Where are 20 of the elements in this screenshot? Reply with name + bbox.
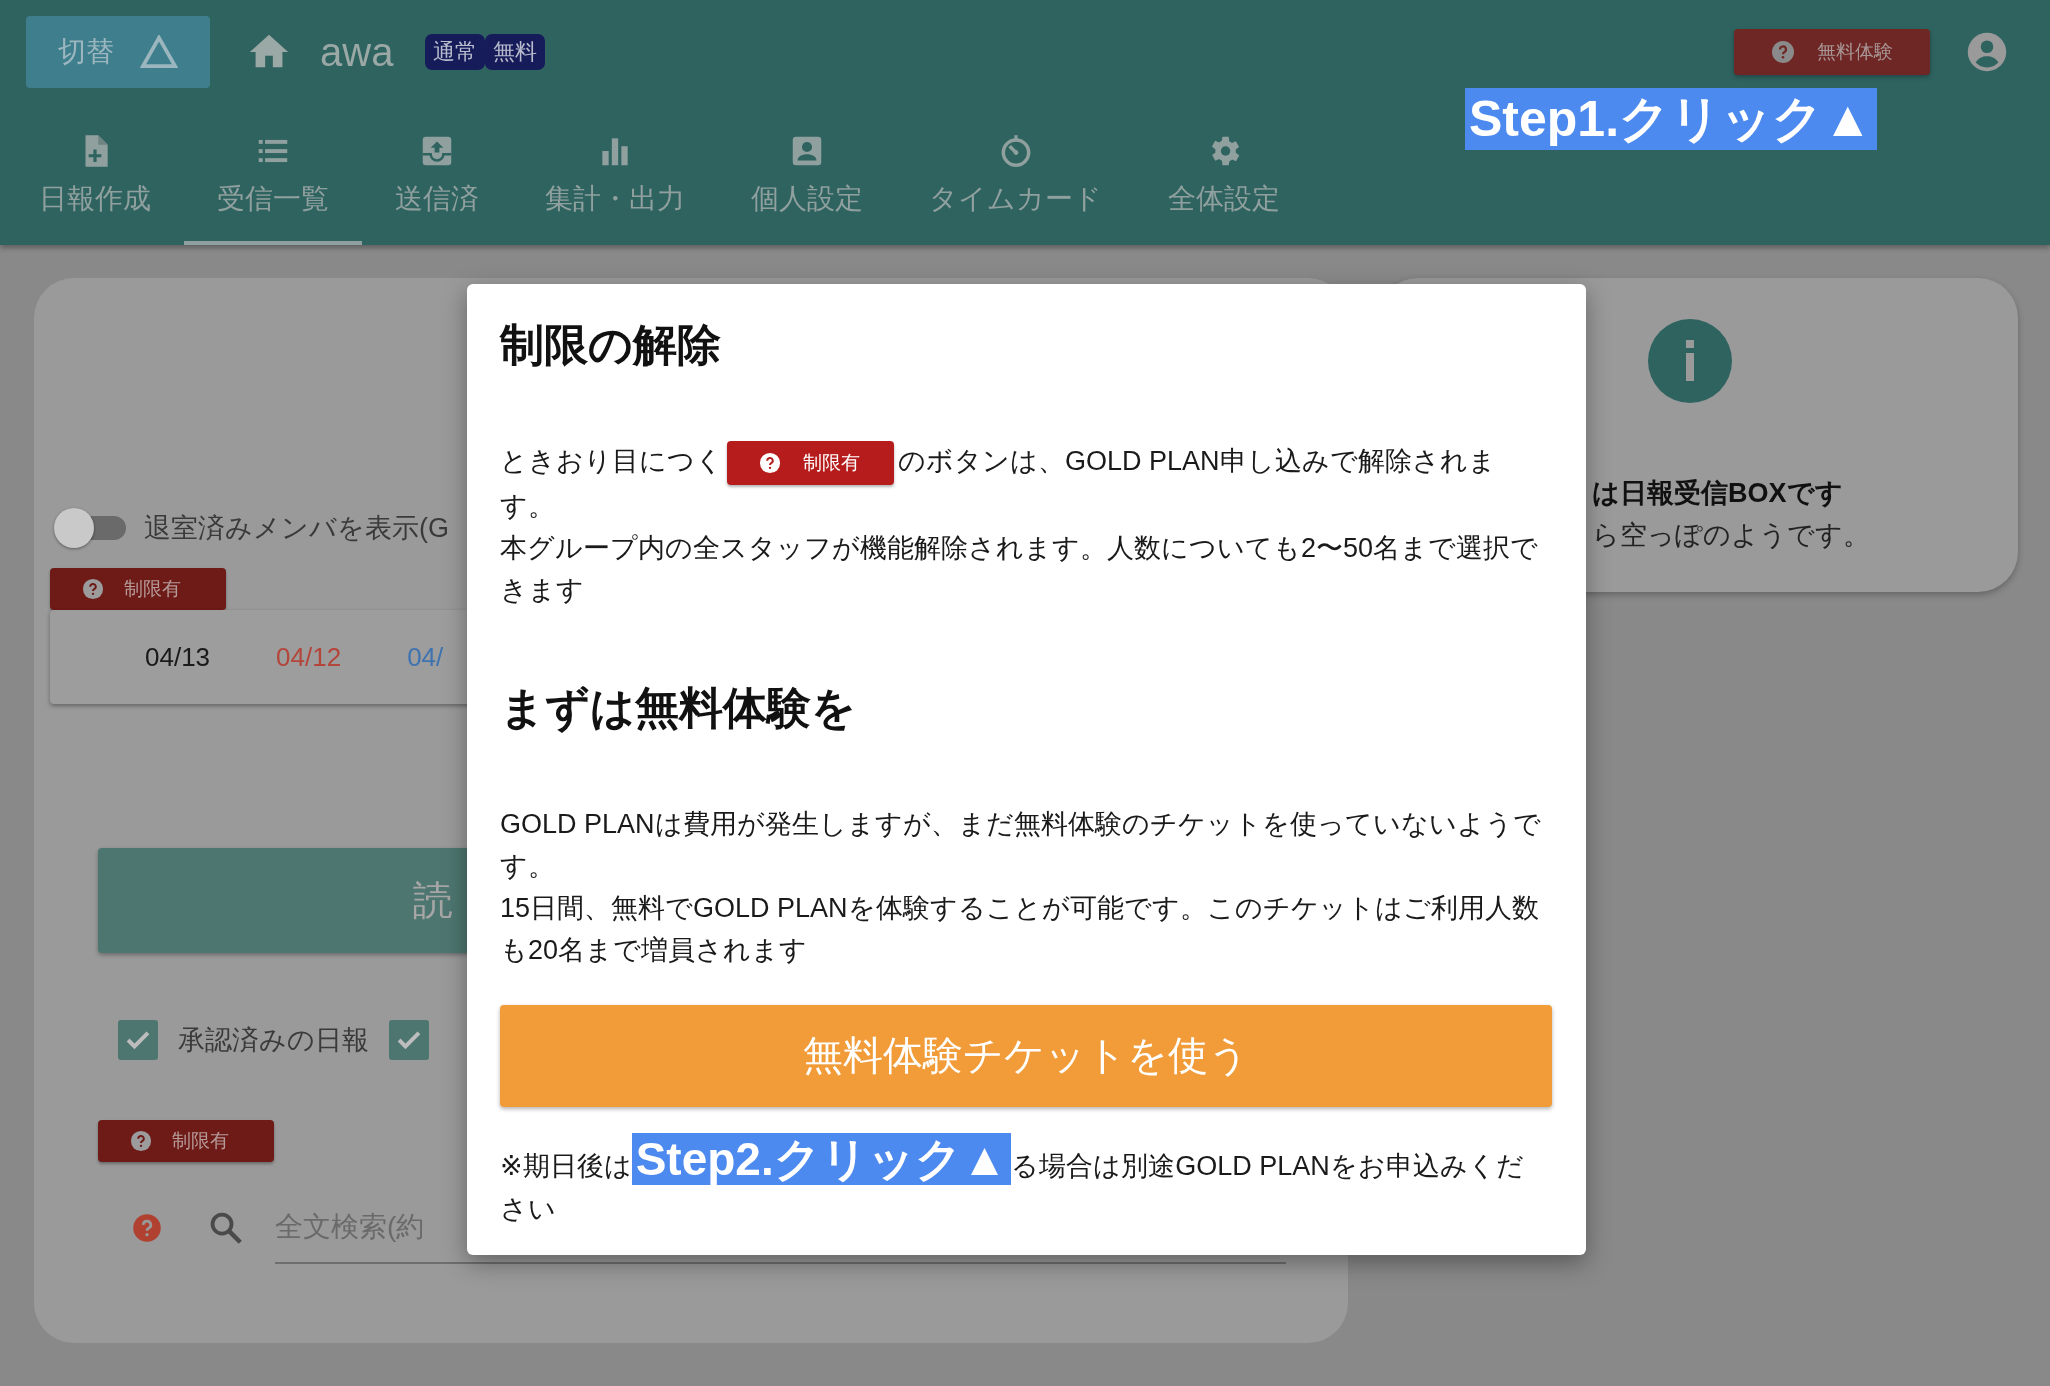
dialog-text: GOLD PLANは費用が発生しますが、まだ無料体験のチケットを使っていないようです。 (500, 807, 1542, 883)
footnote-text: ※期日後は (500, 1150, 632, 1181)
dialog-text: 本グループ内の全スタッフが機能解除されます。人数についても2〜50名まで選択できます (500, 531, 1540, 607)
info-message: ら空っぽのようです。 (1592, 519, 1870, 552)
footnote-text: さい (500, 1193, 556, 1224)
footnote-text: る場合は別途GOLD PLANをお申込みくだ (1011, 1150, 1524, 1181)
dialog-title: 制限の解除 (500, 319, 722, 371)
checkbox-label: 承認済みの日報 (178, 1024, 369, 1057)
dialog-text: 15日間、無料でGOLD PLANを体験することが可能です。このチケットはご利用人数も20名まで増員されます (500, 891, 1540, 967)
dialog-subtitle: まずは無料体験を (500, 681, 857, 735)
dialog-text: のボタンは、GOLD PLAN申し込みで解除されま (898, 446, 1496, 476)
toggle-label: 退室済みメンバを表示(G (144, 512, 449, 545)
dialog-text: ときおり目につく (500, 446, 723, 476)
plan-badge: 無料 (485, 34, 546, 70)
step-annotation: Step2.クリック▲ (631, 1132, 1012, 1185)
plan-badge: 通常 (425, 34, 486, 70)
step-annotation: Step1.クリック▲ (1465, 88, 1877, 150)
dialog-text: す。 (500, 490, 555, 521)
app-name: awa (320, 29, 394, 75)
info-title: は日報受信BOXです (1592, 477, 1843, 510)
